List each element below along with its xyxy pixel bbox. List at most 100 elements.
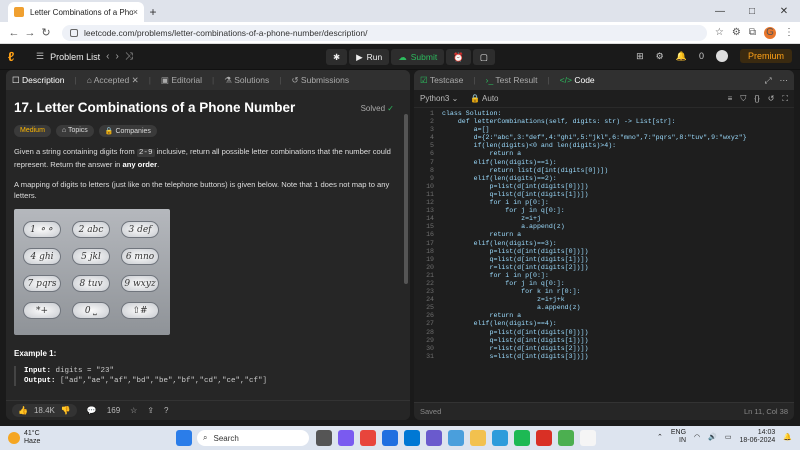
close-window-button[interactable]: ✕	[768, 6, 800, 17]
auto-mode[interactable]: 🔒 Auto	[470, 94, 498, 103]
profile-avatar[interactable]: G	[764, 26, 776, 39]
share-icon[interactable]: ⇪	[147, 406, 154, 415]
help-icon[interactable]: ?	[164, 406, 168, 415]
leetcode-logo-icon[interactable]: ℓ	[8, 49, 22, 64]
code-editor[interactable]: 1 class Solution: 2 def letterCombinations…	[414, 110, 794, 402]
language-indicator[interactable]: ENG	[671, 429, 686, 437]
braces-icon[interactable]: {}	[754, 94, 759, 104]
problem-title[interactable]: 17. Letter Combinations of a Phone Numbe…	[14, 100, 402, 115]
reload-icon[interactable]: ↻	[38, 26, 54, 39]
code-line[interactable]: 11 q=list(d[int(digits[1])])	[414, 191, 794, 199]
timer-button[interactable]: ⏰	[446, 49, 471, 65]
code-line[interactable]: 7 elif(len(digits)==1):	[414, 159, 794, 167]
browser-tab[interactable]: Letter Combinations of a Phone ×	[8, 2, 144, 22]
app-icon[interactable]	[558, 430, 574, 446]
bookmark-star-icon[interactable]: ☆	[715, 27, 724, 38]
code-line[interactable]: 4 d={2:"abc",3:"def",4:"ghi",5:"jkl",6:"…	[414, 134, 794, 142]
code-line[interactable]: 1 class Solution:	[414, 110, 794, 118]
thumbs-down-icon[interactable]: 👎	[61, 406, 71, 415]
tab-close-icon[interactable]: ×	[133, 7, 138, 17]
reset-icon[interactable]: ↺	[768, 94, 775, 104]
notification-icon[interactable]: 🔔	[676, 51, 687, 62]
code-line[interactable]: 15 a.append(z)	[414, 223, 794, 231]
teams-icon[interactable]	[338, 430, 354, 446]
code-line[interactable]: 22 for j in q[0:]:	[414, 280, 794, 288]
notes-button[interactable]: ▢	[472, 49, 495, 65]
fullscreen-icon[interactable]: ⛶	[782, 94, 788, 104]
code-line[interactable]: 19 q=list(d[int(digits[1])])	[414, 256, 794, 264]
forward-icon[interactable]: →	[22, 27, 38, 39]
code-line[interactable]: 31 s=list(d[int(digits[3])])	[414, 353, 794, 361]
maximize-button[interactable]: □	[736, 6, 768, 17]
debug-button[interactable]: ✱	[326, 49, 348, 65]
thumbs-up-icon[interactable]: 👍	[18, 406, 28, 415]
user-avatar[interactable]	[715, 50, 728, 62]
code-line[interactable]: 23 for k in r[0:]:	[414, 288, 794, 296]
tab-description[interactable]: ☐ Description	[12, 75, 65, 86]
copilot-icon[interactable]	[426, 430, 442, 446]
chrome-icon[interactable]	[360, 430, 376, 446]
wifi-icon[interactable]: ◠	[694, 433, 700, 441]
code-line[interactable]: 17 elif(len(digits)==3):	[414, 240, 794, 248]
extensions-puzzle-icon[interactable]: ⧉	[749, 27, 756, 38]
tab-accepted[interactable]: ⌂ Accepted ✕	[87, 75, 139, 86]
file-explorer-icon[interactable]	[470, 430, 486, 446]
url-field[interactable]: leetcode.com/problems/letter-combination…	[62, 24, 707, 41]
code-line[interactable]: 6 return a	[414, 150, 794, 158]
prev-problem-icon[interactable]: ‹	[106, 51, 109, 62]
layout-icon[interactable]: ⊞	[636, 51, 644, 62]
code-line[interactable]: 26 return a	[414, 312, 794, 320]
task-view-icon[interactable]	[316, 430, 332, 446]
tab-testcase[interactable]: ☑ Testcase	[420, 75, 463, 86]
code-line[interactable]: 10 p=list(d[int(digits[0])])	[414, 183, 794, 191]
code-line[interactable]: 28 p=list(d[int(digits[0])])	[414, 329, 794, 337]
site-info-icon[interactable]	[70, 28, 78, 37]
back-icon[interactable]: ←	[6, 27, 22, 39]
notepad-icon[interactable]	[580, 430, 596, 446]
code-line[interactable]: 24 z=i+j+k	[414, 296, 794, 304]
topics-button[interactable]: ⌂ Topics	[55, 125, 94, 137]
run-button[interactable]: ▶ Run	[349, 49, 390, 65]
code-line[interactable]: 20 r=list(d[int(digits[2])])	[414, 264, 794, 272]
submit-button[interactable]: ☁ Submit	[391, 49, 445, 65]
chrome-active-icon[interactable]	[536, 430, 552, 446]
extension-icon[interactable]: ⚙	[732, 27, 741, 38]
code-line[interactable]: 5 if(len(digits)<0 and len(digits)>4):	[414, 142, 794, 150]
mail-icon[interactable]	[448, 430, 464, 446]
minimize-button[interactable]: —	[704, 6, 736, 17]
comment-icon[interactable]: 💬	[87, 406, 97, 415]
streak-count[interactable]: 0	[699, 51, 704, 61]
more-options-icon[interactable]: ⋯	[780, 75, 789, 86]
companies-button[interactable]: 🔒 Companies	[98, 125, 157, 137]
new-tab-button[interactable]: +	[144, 2, 162, 22]
volume-icon[interactable]: 🔊	[708, 433, 717, 441]
tab-code[interactable]: </> Code	[560, 75, 595, 85]
expand-icon[interactable]: ⤢	[765, 75, 772, 86]
code-line[interactable]: 21 for i in p[0:]:	[414, 272, 794, 280]
language-select[interactable]: Python3 ⌄	[420, 94, 458, 103]
clock[interactable]: 14:03 18-06-2024	[739, 429, 775, 445]
code-line[interactable]: 9 elif(len(digits)==2):	[414, 175, 794, 183]
tab-submissions[interactable]: ↺ Submissions	[291, 75, 349, 86]
todo-icon[interactable]	[492, 430, 508, 446]
code-line[interactable]: 12 for i in p[0:]:	[414, 199, 794, 207]
format-icon[interactable]: ≡	[728, 94, 733, 104]
spotify-icon[interactable]	[514, 430, 530, 446]
notification-bell-icon[interactable]: 🔔	[783, 433, 792, 441]
edge-icon[interactable]	[404, 430, 420, 446]
tab-editorial[interactable]: ▣ Editorial	[161, 75, 202, 86]
code-line[interactable]: 8 return list(d[int(digits[0])])	[414, 167, 794, 175]
problem-list-button[interactable]: ☰ Problem List	[36, 51, 100, 62]
weather-widget[interactable]: 41°C Haze	[8, 430, 40, 446]
code-line[interactable]: 30 r=list(d[int(digits[2])])	[414, 345, 794, 353]
dropbox-icon[interactable]	[382, 430, 398, 446]
code-line[interactable]: 25 a.append(z)	[414, 304, 794, 312]
tab-solutions[interactable]: ⚗ Solutions	[224, 75, 269, 86]
code-line[interactable]: 27 elif(len(digits)==4):	[414, 320, 794, 328]
code-line[interactable]: 14 z=i+j	[414, 215, 794, 223]
favorite-star-icon[interactable]: ☆	[130, 406, 137, 415]
code-line[interactable]: 13 for j in q[0:]:	[414, 207, 794, 215]
tab-test-result[interactable]: ›_ Test Result	[486, 75, 538, 85]
description-scrollbar[interactable]	[404, 114, 408, 284]
settings-icon[interactable]: ⚙	[656, 51, 664, 62]
